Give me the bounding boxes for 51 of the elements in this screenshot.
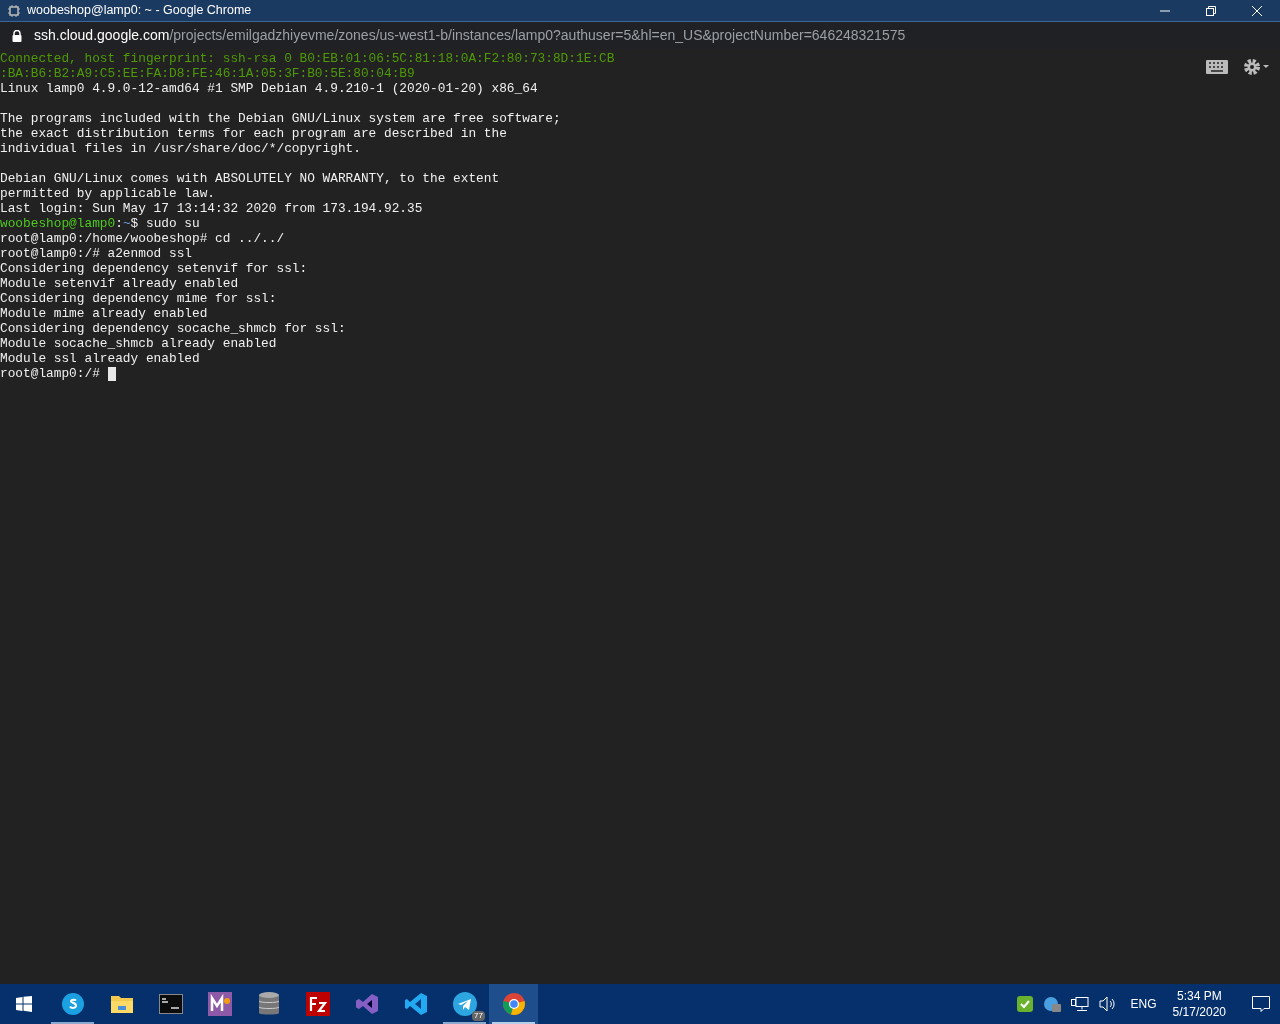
- window-title: woobeshop@lamp0: ~ - Google Chrome: [27, 2, 252, 20]
- terminal-line: root@lamp0:/# a2enmod ssl: [0, 246, 192, 261]
- terminal-line: root@lamp0:/#: [0, 366, 100, 381]
- close-icon: [1252, 5, 1262, 16]
- text-cursor: [107, 366, 116, 381]
- url-path: /projects/emilgadzhiyevme/zones/us-west1-b/instances/lamp0?authuser=5&hl=en_US&projectNumber=646248321575: [169, 26, 906, 45]
- fz-icon: [305, 992, 330, 1016]
- restore-icon: [1206, 5, 1216, 16]
- url-host: ssh.cloud.google.com: [34, 26, 170, 45]
- clock[interactable]: 5:34 PM 5/17/2020: [1166, 988, 1232, 1020]
- code-editor-icon: [403, 992, 428, 1016]
- command-text: sudo su: [145, 216, 200, 231]
- notification-badge: 77: [472, 1011, 485, 1021]
- database-icon: [257, 991, 280, 1017]
- terminal-line: Linux lamp0 4.9.0-12-amd64 #1 SMP Debian 4.9.210-1 (2020-01-20) x86_64: [0, 81, 538, 96]
- terminal-line: Considering dependency mime for ssl:: [0, 291, 277, 306]
- settings-icon[interactable]: [1242, 57, 1270, 77]
- taskbar-app-button[interactable]: 77: [440, 984, 489, 1024]
- skype-icon: [60, 992, 85, 1016]
- m-letter-icon: [207, 992, 232, 1016]
- terminal-line: Module setenvif already enabled: [0, 276, 239, 291]
- terminal-line: individual files in /usr/share/doc/*/copyright.: [0, 141, 361, 156]
- keyboard-icon[interactable]: [1206, 60, 1228, 74]
- terminal-line: the exact distribution terms for each program are described in the: [0, 126, 507, 141]
- terminal-line: root@lamp0:/home/woobeshop# cd ../../: [0, 231, 285, 246]
- terminal-line: Considering dependency socache_shmcb for ssl:: [0, 321, 346, 336]
- terminal-line: :BA:B6:B2:A9:C5:EE:FA:D8:FE:46:1A:05:3F:B0:5E:80:04:B9: [0, 66, 415, 81]
- chrome-icon: [501, 992, 526, 1016]
- terminal-line: Considering dependency setenvif for ssl:: [0, 261, 308, 276]
- prompt-separator: :: [115, 216, 123, 231]
- terminal-line: permitted by applicable law.: [0, 186, 216, 201]
- prompt-path: ~: [122, 216, 131, 231]
- folder-icon: [109, 993, 134, 1015]
- language-indicator[interactable]: ENG: [1130, 995, 1157, 1013]
- terminal-line: Connected, host fingerprint: ssh-rsa 0 B0:EB:01:06:5C:81:18:0A:F2:80:73:8D:1E:CB: [0, 51, 615, 66]
- network-icon[interactable]: [1070, 996, 1089, 1012]
- terminal-line: Last login: Sun May 17 13:14:32 2020 from 173.194.92.35: [0, 201, 423, 216]
- terminal-line: The programs included with the Debian GNU/Linux system are free software;: [0, 111, 561, 126]
- volume-icon[interactable]: [1098, 996, 1117, 1012]
- lock-icon: [12, 29, 22, 42]
- prompt-symbol: $: [130, 216, 139, 231]
- console-icon: [158, 994, 183, 1014]
- prompt-user: woobeshop@lamp0: [0, 216, 116, 231]
- terminal-line: Module socache_shmcb already enabled: [0, 336, 277, 351]
- terminal-line: Module ssl already enabled: [0, 351, 200, 366]
- windows-logo-icon: [16, 996, 32, 1012]
- chip-icon: [7, 3, 21, 18]
- check-shield-icon[interactable]: [1016, 996, 1033, 1012]
- notifications-icon[interactable]: [1252, 996, 1270, 1012]
- terminal-line: Debian GNU/Linux comes with ABSOLUTELY NO WARRANTY, to the extent: [0, 171, 500, 186]
- terminal-line: Module mime already enabled: [0, 306, 208, 321]
